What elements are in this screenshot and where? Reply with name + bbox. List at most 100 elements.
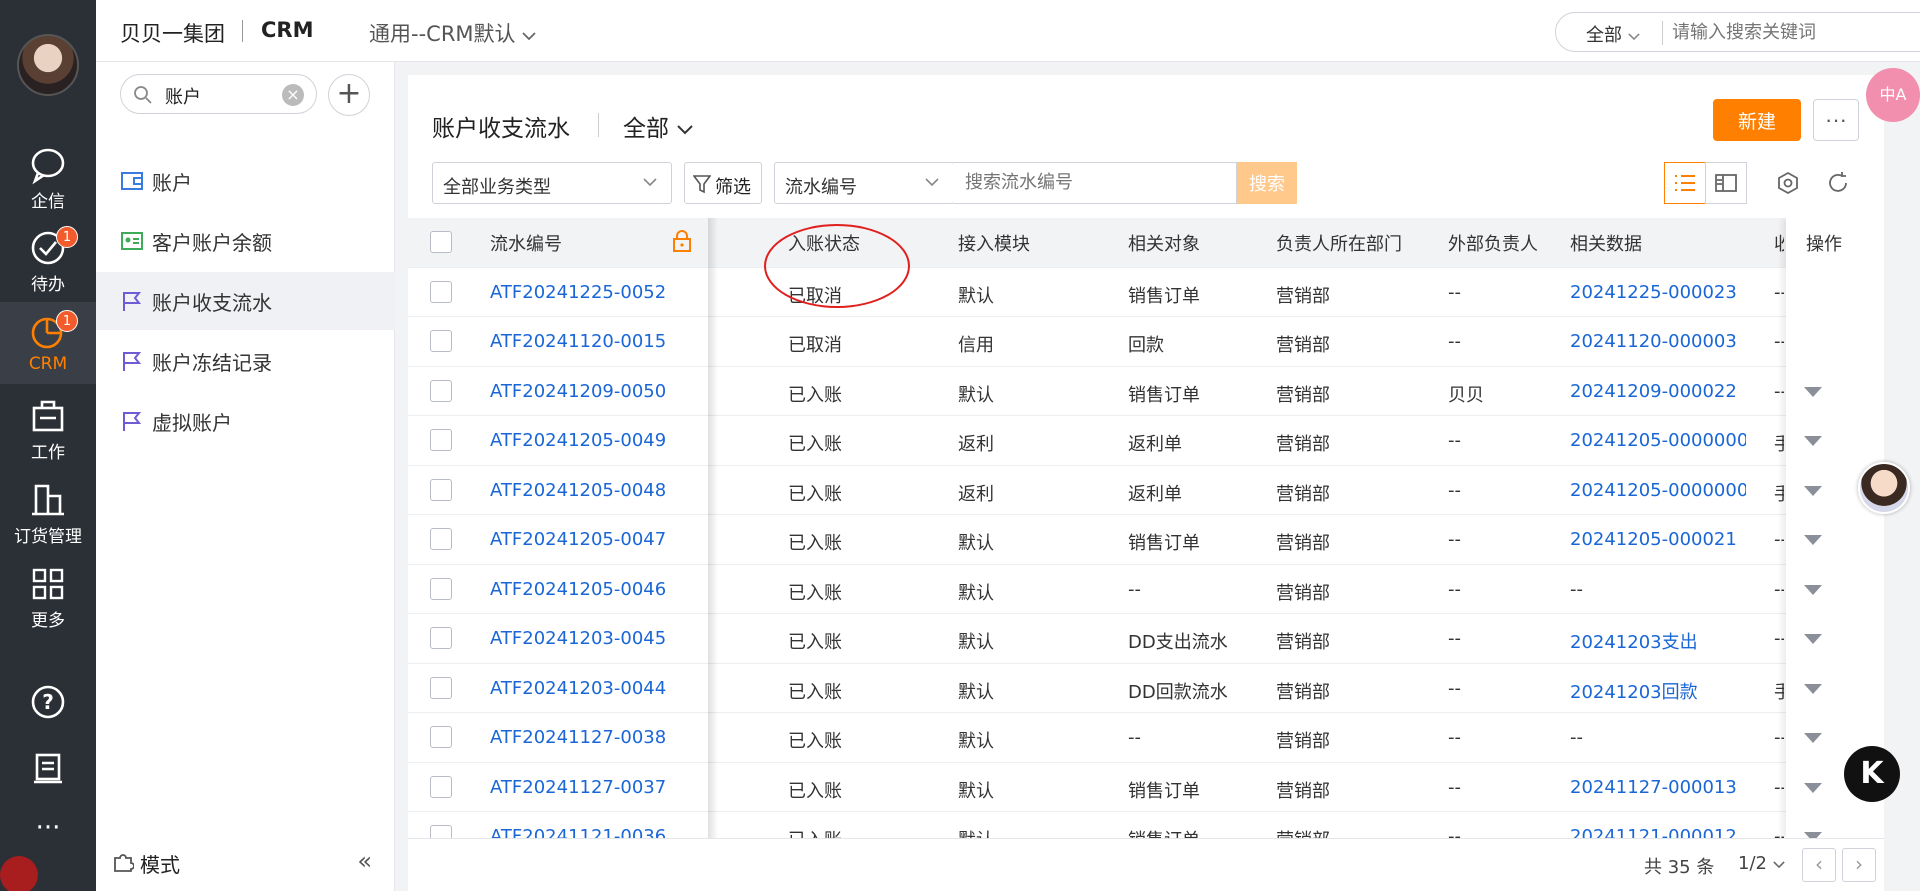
collapse-icon[interactable]: « [357, 847, 372, 875]
flow-search-input[interactable] [965, 172, 1225, 193]
ellipsis-icon[interactable]: ··· [0, 815, 96, 848]
row-action-caret-icon[interactable] [1804, 634, 1822, 644]
column-header[interactable]: 流水编号 [490, 230, 562, 256]
table-row[interactable]: ATF20241205-0047 已入账 默认 销售订单 营销部 -- 20241205-0… [408, 515, 1884, 565]
user-avatar[interactable] [17, 34, 79, 96]
column-header[interactable]: 相关数据 [1570, 230, 1642, 256]
column-header[interactable]: 负责人所在部门 [1276, 230, 1402, 256]
mode-switch[interactable]: 模式 [140, 849, 180, 878]
cell-id[interactable]: ATF20241127-0037 [490, 777, 666, 798]
row-action-caret-icon[interactable] [1804, 683, 1822, 694]
row-checkbox[interactable] [430, 627, 452, 649]
nav-item-order-management[interactable]: 订货管理 [0, 480, 96, 547]
search-scope-select[interactable]: 全部 [1586, 21, 1640, 47]
prev-page-button[interactable]: ‹ [1802, 848, 1836, 882]
table-row[interactable]: ATF20241127-0037 已入账 默认 销售订单 营销部 -- 20241127-0… [408, 763, 1884, 812]
refresh-icon[interactable] [1826, 171, 1850, 195]
translate-button[interactable]: 中A [1866, 68, 1920, 122]
k-app-button[interactable]: K [1844, 746, 1900, 802]
row-action-caret-icon[interactable] [1804, 386, 1822, 397]
sidebar-item-account-flow[interactable]: 账户收支流水 [96, 272, 395, 330]
table-row[interactable]: ATF20241209-0050 已入账 默认 销售订单 营销部 贝贝 20241209-0… [408, 367, 1884, 416]
filter-button[interactable]: 筛选 [684, 162, 762, 204]
nav-item-crm[interactable]: 1 CRM [0, 302, 96, 384]
table-row[interactable]: ATF20241205-0048 已入账 返利 返利单 营销部 -- 20241205-00… [408, 466, 1884, 515]
next-page-button[interactable]: › [1842, 848, 1876, 882]
cell-id[interactable]: ATF20241203-0044 [490, 678, 666, 699]
cell-id[interactable]: ATF20241205-0047 [490, 529, 666, 550]
row-checkbox[interactable] [430, 528, 452, 550]
table-row[interactable]: ATF20241205-0046 已入账 默认 -- 营销部 -- -- -- [408, 565, 1884, 614]
add-button[interactable]: + [328, 74, 370, 116]
row-checkbox[interactable] [430, 676, 452, 699]
sidebar-search[interactable]: 账户 × [120, 74, 317, 114]
cell-data[interactable]: 20241127-000013 [1570, 777, 1746, 798]
table-row[interactable]: ATF20241121-0036 已入账 默认 销售订单 营销部 -- 20241121-0… [408, 812, 1884, 838]
row-checkbox[interactable] [430, 775, 452, 798]
clear-icon[interactable]: × [282, 84, 304, 106]
table-row[interactable]: ATF20241225-0052 已取消 默认 销售订单 营销部 -- 20241225-0… [408, 268, 1884, 317]
settings-icon[interactable] [1776, 171, 1800, 195]
global-search-input[interactable] [1672, 19, 1920, 45]
column-header[interactable]: 接入模块 [958, 230, 1030, 256]
business-type-select[interactable]: 全部业务类型 [432, 162, 672, 204]
row-checkbox[interactable] [430, 478, 452, 501]
table-row[interactable]: ATF20241203-0044 已入账 默认 DD回款流水 营销部 -- 20241203… [408, 664, 1884, 713]
org-name[interactable]: 贝贝一集团 [120, 18, 225, 48]
cell-id[interactable]: ATF20241205-0048 [490, 480, 666, 501]
row-checkbox[interactable] [430, 577, 452, 600]
cell-data[interactable]: 20241205-0000000... [1570, 480, 1746, 501]
search-field-select[interactable]: 流水编号 [774, 162, 954, 204]
cell-id[interactable]: ATF20241205-0049 [490, 430, 666, 451]
row-action-caret-icon[interactable] [1804, 584, 1822, 595]
notebook-button[interactable] [0, 748, 96, 790]
assistant-avatar[interactable] [1858, 462, 1910, 514]
sidebar-item-virtual-account[interactable]: 虚拟账户 [96, 392, 395, 450]
row-checkbox[interactable] [430, 429, 452, 451]
new-button[interactable]: 新建 [1713, 99, 1801, 141]
row-checkbox[interactable] [430, 280, 452, 303]
cell-id[interactable]: ATF20241127-0038 [490, 727, 666, 748]
cell-id[interactable]: ATF20241225-0052 [490, 282, 666, 303]
row-checkbox[interactable] [430, 379, 452, 402]
sidebar-item-customer-balance[interactable]: 客户账户余额 [96, 212, 395, 270]
scope-selector[interactable]: 全部 [623, 109, 694, 143]
nav-item-messages[interactable]: 企信 [0, 145, 96, 212]
view-selector[interactable]: 通用--CRM默认 [369, 18, 536, 48]
cell-data[interactable]: 20241121-000012 [1570, 826, 1746, 838]
cell-data[interactable]: 20241205-0000000... [1570, 430, 1746, 451]
cell-id[interactable]: ATF20241209-0050 [490, 381, 666, 402]
row-action-caret-icon[interactable] [1804, 436, 1822, 446]
cell-id[interactable]: ATF20241203-0045 [490, 628, 666, 649]
table-row[interactable]: ATF20241203-0045 已入账 默认 DD支出流水 营销部 -- 20241203… [408, 614, 1884, 664]
row-action-caret-icon[interactable] [1804, 485, 1822, 496]
table-row[interactable]: ATF20241120-0015 已取消 信用 回款 营销部 -- 20241120-000… [408, 317, 1884, 367]
cell-data[interactable]: 20241225-000023 [1570, 282, 1746, 303]
table-row[interactable]: ATF20241127-0038 已入账 默认 -- 营销部 -- -- -- [408, 713, 1884, 763]
row-checkbox[interactable] [430, 726, 452, 748]
cell-data[interactable]: 20241205-000021 [1570, 529, 1746, 550]
cell-data[interactable]: 20241203回款 [1570, 678, 1746, 704]
cell-data[interactable]: 20241203支出 [1570, 628, 1746, 654]
nav-item-more[interactable]: 更多 [0, 564, 96, 631]
column-header[interactable]: 外部负责人 [1448, 230, 1538, 256]
column-header[interactable]: 收 [1774, 230, 1784, 256]
table-row[interactable]: ATF20241205-0049 已入账 返利 返利单 营销部 -- 20241205-00… [408, 416, 1884, 466]
search-button[interactable]: 搜索 [1237, 162, 1297, 204]
column-header[interactable]: 相关对象 [1128, 230, 1200, 256]
list-view-button[interactable] [1664, 162, 1706, 204]
help-button[interactable]: ? [0, 682, 96, 724]
select-all-checkbox[interactable] [430, 231, 452, 253]
nav-item-todo[interactable]: 1 待办 [0, 226, 96, 295]
split-view-button[interactable] [1705, 162, 1747, 204]
lock-icon[interactable] [672, 230, 692, 252]
cell-data[interactable]: 20241120-000003 [1570, 331, 1746, 352]
row-action-caret-icon[interactable] [1804, 733, 1822, 743]
more-button[interactable]: ··· [1813, 99, 1859, 141]
row-action-caret-icon[interactable] [1804, 535, 1822, 545]
cell-id[interactable]: ATF20241121-0036 [490, 826, 666, 838]
nav-item-work[interactable]: 工作 [0, 396, 96, 463]
sidebar-item-account[interactable]: 账户 [96, 152, 395, 210]
row-action-caret-icon[interactable] [1804, 782, 1822, 793]
cell-data[interactable]: 20241209-000022 [1570, 381, 1746, 402]
